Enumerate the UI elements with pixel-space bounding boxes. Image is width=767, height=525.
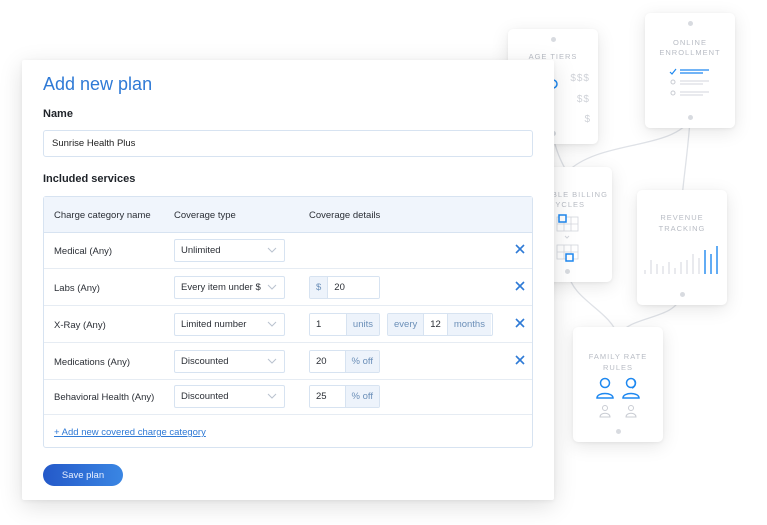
coverage-type-value: Limited number <box>181 319 247 330</box>
units-input-group[interactable]: 1 units <box>309 313 380 336</box>
connector-dot <box>564 269 570 274</box>
page-title: Add new plan <box>43 74 153 94</box>
coverage-type-select[interactable]: Discounted <box>174 350 285 373</box>
table-row: Behavioral Health (Any) Discounted 25 % … <box>44 379 532 415</box>
name-label: Name <box>43 108 73 120</box>
period-value[interactable]: 12 <box>423 314 447 335</box>
coverage-type-select[interactable]: Unlimited <box>174 239 285 262</box>
connector-dot <box>687 115 693 120</box>
table-row: X-Ray (Any) Limited number 1 units every… <box>44 307 532 343</box>
table-header: Charge category name Coverage type Cover… <box>44 197 532 233</box>
revenue-tracking-title-2: TRACKING <box>658 224 706 233</box>
discount-value[interactable]: 20 <box>310 351 345 372</box>
header-coverage-type: Coverage type <box>174 210 236 221</box>
charge-category-name: Labs (Any) <box>54 283 100 294</box>
connector-dot <box>615 429 621 434</box>
save-plan-button[interactable]: Save plan <box>43 464 123 486</box>
table-row: Labs (Any) Every item under $ $ 20 <box>44 270 532 306</box>
charge-category-name: Medications (Any) <box>54 357 131 368</box>
remove-row-icon[interactable] <box>514 354 526 366</box>
revenue-tracking-card: REVENUE TRACKING <box>637 190 727 305</box>
revenue-tracking-title-1: REVENUE <box>660 213 704 222</box>
coverage-type-value: Discounted <box>181 356 229 367</box>
coverage-type-value: Every item under $ <box>181 282 261 293</box>
plan-name-input[interactable] <box>43 130 533 157</box>
charge-category-name: Behavioral Health (Any) <box>54 392 155 403</box>
discount-value[interactable]: 25 <box>310 386 345 407</box>
connector-dot <box>679 292 685 297</box>
calendar-grid-icon <box>556 214 579 262</box>
price-level-low: $ <box>584 114 590 125</box>
family-rate-card: FAMILY RATE RULES <box>573 327 663 442</box>
amount-input-group[interactable]: $ 20 <box>309 276 380 299</box>
coverage-type-value: Discounted <box>181 391 229 402</box>
remove-row-icon[interactable] <box>514 280 526 292</box>
add-charge-category-link[interactable]: + Add new covered charge category <box>54 427 206 438</box>
units-addon: units <box>345 314 379 335</box>
charge-category-name: X-Ray (Any) <box>54 320 106 331</box>
header-charge-category: Charge category name <box>54 210 151 221</box>
period-input-group[interactable]: every 12 months <box>387 313 493 336</box>
online-enrollment-title-2: ENROLLMENT <box>659 48 721 57</box>
discount-input-group[interactable]: 20 % off <box>309 350 380 373</box>
percent-off-addon: % off <box>344 351 379 372</box>
coverage-type-select[interactable]: Limited number <box>174 313 285 336</box>
revenue-bars-icon <box>644 246 718 274</box>
months-addon: months <box>446 314 491 335</box>
price-level-mid: $$ <box>576 94 590 105</box>
services-table: Charge category name Coverage type Cover… <box>43 196 533 448</box>
coverage-type-value: Unlimited <box>181 245 221 256</box>
connector-dot <box>687 21 693 26</box>
remove-row-icon[interactable] <box>514 243 526 255</box>
header-coverage-details: Coverage details <box>309 210 381 221</box>
every-addon: every <box>388 314 424 335</box>
coverage-type-select[interactable]: Discounted <box>174 385 285 408</box>
chevron-down-icon <box>267 247 277 253</box>
currency-addon: $ <box>310 277 328 298</box>
amount-value[interactable]: 20 <box>327 277 379 298</box>
online-enrollment-card: ONLINE ENROLLMENT <box>645 13 735 128</box>
chevron-down-icon <box>267 321 277 327</box>
chevron-down-icon <box>267 284 277 290</box>
percent-off-addon: % off <box>344 386 379 407</box>
family-rate-title-2: RULES <box>602 363 633 372</box>
charge-category-name: Medical (Any) <box>54 246 113 257</box>
price-level-high: $$$ <box>570 73 590 84</box>
checklist-icon <box>669 68 709 96</box>
family-rate-title-1: FAMILY RATE <box>588 352 648 361</box>
connector-dot <box>550 37 556 42</box>
chevron-down-icon <box>267 358 277 364</box>
discount-input-group[interactable]: 25 % off <box>309 385 380 408</box>
table-row: Medical (Any) Unlimited <box>44 233 532 269</box>
remove-row-icon[interactable] <box>514 317 526 329</box>
units-value[interactable]: 1 <box>310 314 346 335</box>
coverage-type-select[interactable]: Every item under $ <box>174 276 285 299</box>
chevron-down-icon <box>267 393 277 399</box>
table-row: Medications (Any) Discounted 20 % off <box>44 344 532 380</box>
connector-enroll-revenue <box>681 119 691 199</box>
add-plan-panel: Add new plan Name Included services Char… <box>22 60 554 500</box>
included-services-label: Included services <box>43 173 136 185</box>
family-members-icon <box>596 377 640 418</box>
